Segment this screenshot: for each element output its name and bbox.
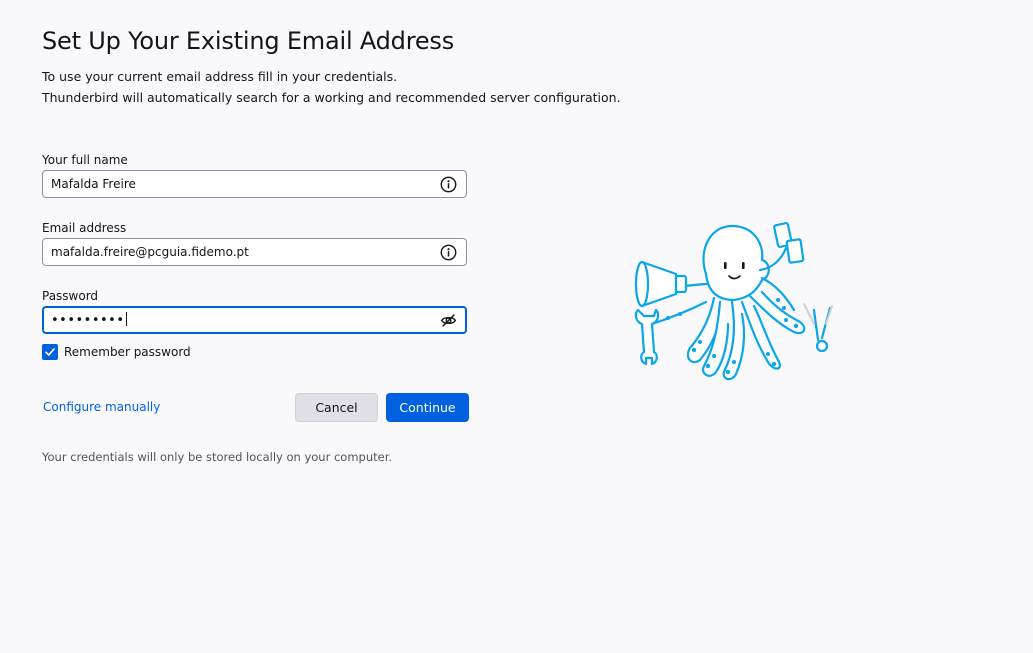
info-icon[interactable] — [440, 244, 457, 261]
password-label: Password — [42, 289, 99, 303]
password-dots: ••••••••• — [51, 313, 125, 328]
page-description: To use your current email address fill i… — [42, 67, 621, 108]
text-caret — [125, 312, 127, 326]
cancel-button[interactable]: Cancel — [295, 393, 378, 422]
full-name-value: Mafalda Freire — [51, 177, 136, 191]
configure-manually-link[interactable]: Configure manually — [43, 400, 160, 414]
eye-slash-icon[interactable] — [440, 312, 457, 329]
description-line-1: To use your current email address fill i… — [42, 69, 398, 84]
remember-password-checkbox[interactable] — [42, 344, 58, 360]
full-name-field[interactable]: Mafalda Freire — [42, 170, 467, 198]
full-name-label: Your full name — [42, 153, 128, 167]
checkmark-icon — [45, 348, 55, 356]
description-line-2: Thunderbird will automatically search fo… — [42, 89, 621, 105]
page-title: Set Up Your Existing Email Address — [42, 27, 455, 55]
password-field[interactable]: ••••••••• — [42, 306, 467, 334]
email-label: Email address — [42, 221, 127, 235]
continue-button[interactable]: Continue — [386, 393, 469, 422]
email-value: mafalda.freire@pcguia.fidemo.pt — [51, 245, 249, 259]
remember-password-row[interactable]: Remember password — [42, 344, 191, 360]
octopus-mascot-illustration — [634, 222, 833, 381]
password-value: ••••••••• — [51, 312, 127, 328]
info-icon[interactable] — [440, 176, 457, 193]
email-field[interactable]: mafalda.freire@pcguia.fidemo.pt — [42, 238, 467, 266]
remember-password-label: Remember password — [64, 345, 191, 359]
credentials-note: Your credentials will only be stored loc… — [42, 450, 393, 464]
